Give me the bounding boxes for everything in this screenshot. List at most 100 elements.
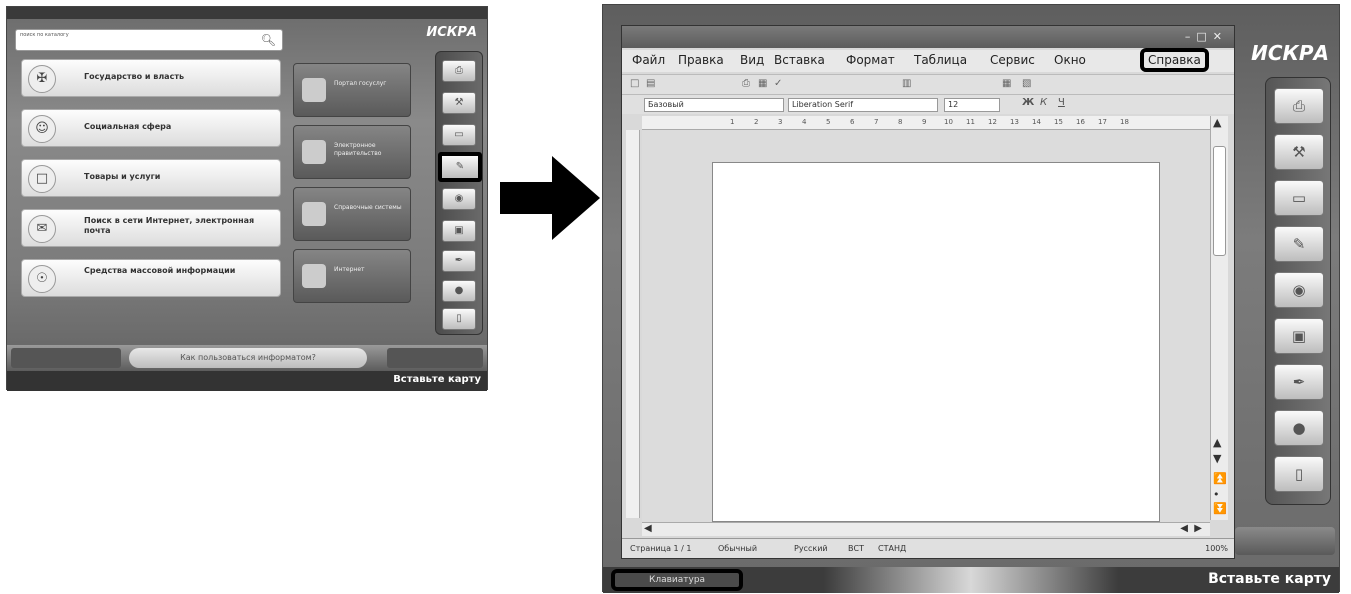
- menu-item-government[interactable]: ✠ Государство и власть: [21, 59, 281, 97]
- page-indicator: Страница 1 / 1: [630, 544, 692, 553]
- style-select[interactable]: Базовый: [644, 98, 784, 112]
- ruler-tick: 3: [778, 118, 783, 126]
- bottom-right-button[interactable]: [1235, 527, 1335, 555]
- menu-table[interactable]: Таблица: [914, 53, 967, 67]
- image-icon[interactable]: ▣: [1274, 318, 1324, 354]
- image-icon[interactable]: ▣: [442, 220, 476, 242]
- page-down-icon[interactable]: ⏬: [1213, 502, 1227, 515]
- menu-item-internet[interactable]: ✉ Поиск в сети Интернет, электронная поч…: [21, 209, 281, 247]
- globe-icon: [302, 78, 326, 102]
- disk-icon[interactable]: ◉: [442, 188, 476, 210]
- bottom-bar: Как пользоваться информатом?: [7, 345, 487, 371]
- menu-item-social[interactable]: ☺ Социальная сфера: [21, 109, 281, 147]
- printer-icon[interactable]: ⎙: [442, 60, 476, 82]
- tile-portal[interactable]: Портал госуслуг: [293, 63, 411, 117]
- menu-tools[interactable]: Сервис: [990, 53, 1035, 67]
- scroll-down-icon[interactable]: ▼: [1213, 452, 1221, 465]
- ruler-tick: 12: [988, 118, 997, 126]
- menu-view[interactable]: Вид: [740, 53, 764, 67]
- page-style: Обычный: [718, 544, 758, 553]
- pen-icon[interactable]: ✒: [442, 250, 476, 272]
- disk-icon[interactable]: ◉: [1274, 272, 1324, 308]
- font-select[interactable]: Liberation Serif: [788, 98, 938, 112]
- writer-app-icon[interactable]: ✎: [438, 152, 482, 182]
- window-controls-icon[interactable]: –□✕: [1185, 30, 1228, 43]
- menu-window[interactable]: Окно: [1054, 53, 1086, 67]
- print-icon[interactable]: ⎙: [742, 78, 750, 89]
- scroll-thumb[interactable]: [1213, 146, 1226, 256]
- ruler-tick: 7: [874, 118, 879, 126]
- open-icon[interactable]: ▤: [646, 78, 655, 89]
- document-page[interactable]: [712, 162, 1160, 522]
- camera-icon[interactable]: ●: [442, 280, 476, 302]
- pen-icon[interactable]: ✒: [1274, 364, 1324, 400]
- ruler-tick: 18: [1120, 118, 1129, 126]
- emblem-icon: ✠: [28, 65, 56, 93]
- scroll-up-icon[interactable]: ▲: [1213, 116, 1221, 129]
- menu-format[interactable]: Формат: [846, 53, 895, 67]
- tile-internet[interactable]: Интернет: [293, 249, 411, 303]
- scroll-right-icon[interactable]: ▶: [1194, 523, 1202, 534]
- underline-icon[interactable]: Ч: [1058, 97, 1065, 108]
- tools-icon[interactable]: ⚒: [1274, 134, 1324, 170]
- vertical-scrollbar[interactable]: ▲ ▲ ▼ ⏫ • ⏬: [1210, 116, 1228, 520]
- chart-icon[interactable]: ▧: [1022, 78, 1031, 89]
- search-icon[interactable]: 🔍︎: [261, 33, 276, 47]
- arrow-right-icon: [500, 156, 600, 240]
- status-bar: Клавиатура Вставьте карту: [603, 567, 1339, 593]
- help-button[interactable]: Как пользоваться информатом?: [129, 348, 367, 368]
- app-sidebar: ⎙ ⚒ ▭ ✎ ◉ ▣ ✒ ● ▯: [435, 51, 483, 335]
- ruler-tick: 16: [1076, 118, 1085, 126]
- page-up-icon[interactable]: ⏫: [1213, 472, 1227, 485]
- menu-file[interactable]: Файл: [632, 53, 665, 67]
- scroll-left-icon[interactable]: ◀: [644, 523, 652, 534]
- camera-icon[interactable]: ●: [1274, 410, 1324, 446]
- media-icon: ☉: [28, 265, 56, 293]
- ruler-tick: 11: [966, 118, 975, 126]
- social-icon: ☺: [28, 115, 56, 143]
- bottom-left-button[interactable]: [11, 348, 121, 368]
- mail-icon: ✉: [28, 215, 56, 243]
- usb-icon[interactable]: ▯: [442, 308, 476, 330]
- scroll-left-icon[interactable]: ◀: [1180, 523, 1188, 534]
- ruler-tick: 8: [898, 118, 903, 126]
- scanner-icon[interactable]: ▭: [442, 124, 476, 146]
- tile-label: Электронное правительство: [334, 142, 382, 157]
- spell-icon[interactable]: ✓: [774, 78, 782, 89]
- bottom-right-button[interactable]: [387, 348, 483, 368]
- tile-label: Справочные системы: [334, 204, 402, 211]
- paste-icon[interactable]: ▥: [902, 78, 911, 89]
- menu-item-goods[interactable]: □ Товары и услуги: [21, 159, 281, 197]
- search-placeholder: поиск по каталогу: [20, 32, 69, 38]
- usb-icon[interactable]: ▯: [1274, 456, 1324, 492]
- preview-icon[interactable]: ▦: [758, 78, 767, 89]
- printer-icon[interactable]: ⎙: [1274, 88, 1324, 124]
- scroll-up-icon[interactable]: ▲: [1213, 436, 1221, 449]
- search-input[interactable]: поиск по каталогу 🔍︎: [15, 29, 283, 51]
- italic-icon[interactable]: К: [1040, 97, 1047, 108]
- scanner-icon[interactable]: ▭: [1274, 180, 1324, 216]
- horizontal-scrollbar[interactable]: ◀ ◀ ▶: [642, 522, 1210, 536]
- tile-reference[interactable]: Справочные системы: [293, 187, 411, 241]
- ruler-tick: 15: [1054, 118, 1063, 126]
- navigator-icon[interactable]: •: [1213, 488, 1220, 501]
- brand-logo: ИСКРА: [1251, 41, 1329, 65]
- menu-help[interactable]: Справка: [1140, 48, 1209, 72]
- menu-item-media[interactable]: ☉ Средства массовой информации: [21, 259, 281, 297]
- building-icon: [302, 140, 326, 164]
- tools-icon[interactable]: ⚒: [442, 92, 476, 114]
- kiosk-writer-screen: ИСКРА ⎙ ⚒ ▭ ✎ ◉ ▣ ✒ ● ▯ Клавиатура Встав…: [602, 4, 1340, 593]
- menu-insert[interactable]: Вставка: [774, 53, 825, 67]
- writer-app-icon[interactable]: ✎: [1274, 226, 1324, 262]
- table-icon[interactable]: ▦: [1002, 78, 1011, 89]
- keyboard-button[interactable]: Клавиатура: [611, 569, 743, 591]
- size-select[interactable]: 12: [944, 98, 1000, 112]
- tile-egov[interactable]: Электронное правительство: [293, 125, 411, 179]
- new-icon[interactable]: □: [630, 78, 639, 89]
- app-sidebar: ⎙ ⚒ ▭ ✎ ◉ ▣ ✒ ● ▯: [1265, 77, 1331, 505]
- menu-edit[interactable]: Правка: [678, 53, 724, 67]
- bold-icon[interactable]: Ж: [1022, 97, 1034, 108]
- language: Русский: [794, 544, 828, 553]
- ruler-tick: 5: [826, 118, 831, 126]
- selection-mode: СТАНД: [878, 544, 907, 553]
